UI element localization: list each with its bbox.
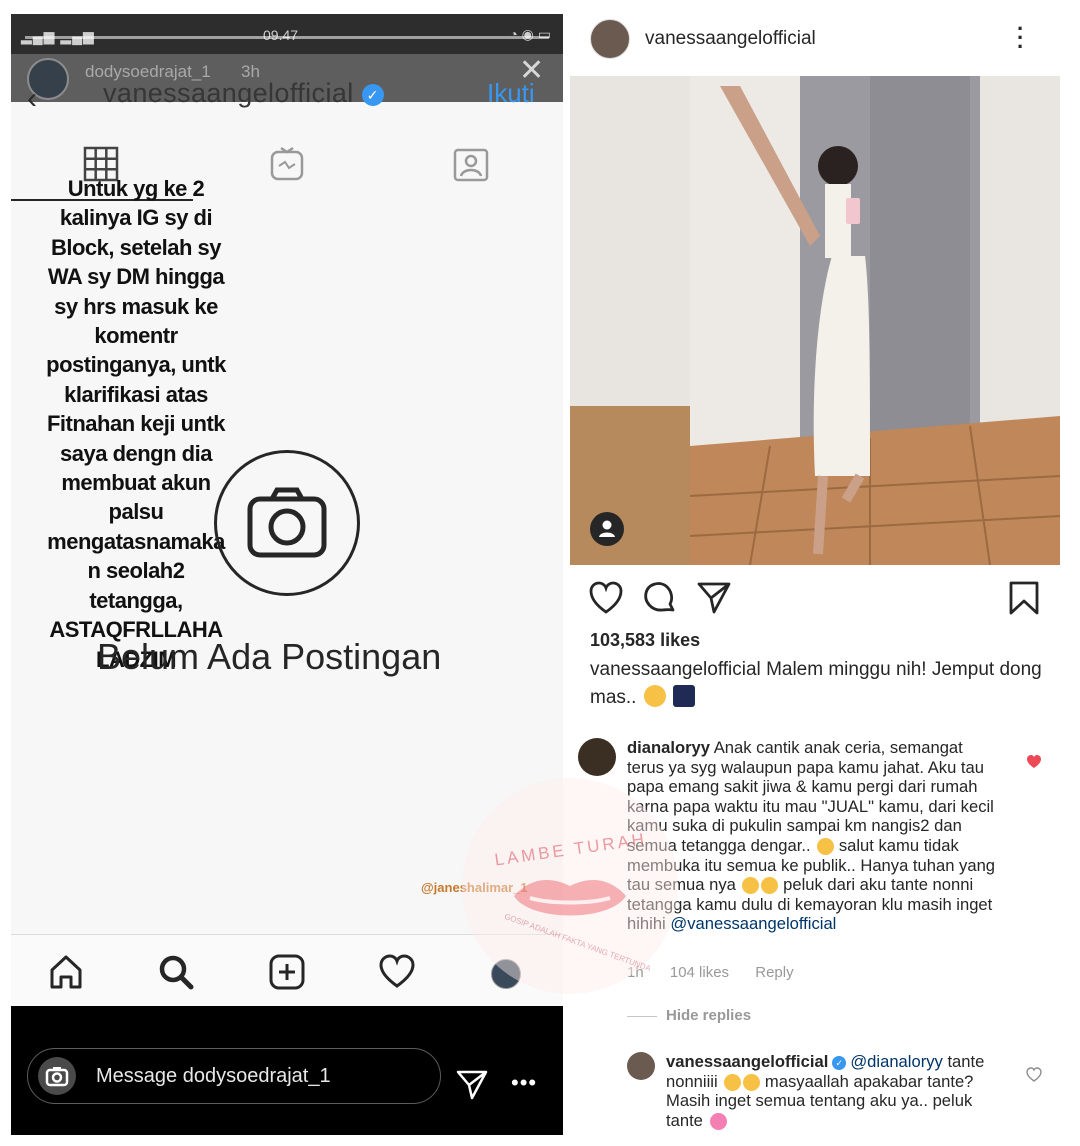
story-progress-bar	[25, 36, 549, 39]
story-text-line: membuat akun	[61, 470, 211, 496]
reply-author-avatar[interactable]	[627, 1052, 655, 1080]
share-send-icon[interactable]	[696, 580, 732, 616]
comment-likes[interactable]: 104 likes	[670, 964, 729, 981]
more-options-icon[interactable]: · · ·	[1017, 18, 1024, 58]
message-placeholder: Message dodysoedrajat_1	[96, 1065, 331, 1087]
story-text-line: n seolah2	[87, 558, 185, 584]
battery-icon: ◔ ◉ ▭	[509, 26, 551, 42]
pink-heart-emoji-icon	[709, 1112, 727, 1130]
commenter-username[interactable]: dianaloryy	[627, 738, 710, 757]
camera-icon[interactable]	[38, 1057, 76, 1095]
empty-posts-title: Belum Ada Postingan	[97, 636, 442, 677]
post-author-avatar[interactable]	[590, 19, 630, 59]
story-text-line: Block, setelah sy	[50, 234, 222, 260]
hide-replies-line	[627, 1016, 657, 1017]
story-text-line: tetangga,	[89, 587, 183, 613]
post-panel: vanessaangelofficial · · · 103,583 likes…	[570, 4, 1070, 1142]
reply-button[interactable]: Reply	[755, 964, 793, 981]
liked-heart-icon[interactable]	[1026, 754, 1042, 770]
story-text-line: mengatasnamaka	[47, 528, 225, 554]
caption-username[interactable]: vanessaangelofficial	[590, 659, 761, 680]
home-icon[interactable]	[47, 953, 85, 991]
night-stars-emoji-icon	[673, 685, 696, 707]
camera-circle-icon	[214, 450, 360, 596]
new-post-icon[interactable]	[268, 953, 306, 991]
smiling-face-emoji-icon	[742, 877, 760, 895]
story-text-line: klarifikasi atas	[64, 381, 208, 407]
reply-body: vanessaangelofficial ✓ @dianaloryy tante n…	[666, 1052, 1006, 1130]
profile-name-text: vanessaangelofficial	[103, 78, 354, 108]
post-photo-image	[570, 76, 1060, 565]
story-text: Untuk yg ke 2 kalinya IG sy di Block, se…	[36, 174, 236, 674]
comment-mention[interactable]: @vanessaangelofficial	[670, 914, 836, 933]
story-text-line: komentr	[94, 323, 178, 349]
reply-username[interactable]: vanessaangelofficial	[666, 1052, 828, 1071]
status-bar: ▂▄▆ ▂▄▆ 09.47 ◔ ◉ ▭	[11, 14, 563, 54]
shushing-face-emoji-icon	[643, 685, 666, 707]
igtv-icon[interactable]	[269, 146, 305, 182]
camera-icon	[247, 487, 327, 558]
profile-name: vanessaangelofficial ✓	[103, 78, 384, 109]
follow-button[interactable]: Ikuti	[487, 78, 535, 109]
story-text-line: Untuk yg ke 2	[67, 176, 205, 201]
story-panel: ▂▄▆ ▂▄▆ 09.47 ◔ ◉ ▭ dodysoedrajat_1 3h ✕…	[11, 14, 563, 1135]
story-text-line: Fitnahan keji untk	[46, 411, 226, 437]
story-text-line: palsu	[108, 499, 164, 525]
post-author-username[interactable]: vanessaangelofficial	[645, 28, 816, 50]
message-input[interactable]: Message dodysoedrajat_1	[27, 1048, 441, 1104]
back-arrow-icon[interactable]: ‹	[27, 84, 37, 114]
story-text-line: postinganya, untk	[46, 352, 226, 378]
bottom-nav	[11, 934, 563, 1006]
verified-badge-icon: ✓	[832, 1056, 847, 1070]
comment-icon[interactable]	[642, 580, 678, 616]
story-mention-tag: @janeshalimar_1	[421, 880, 528, 895]
verified-badge-icon: ✓	[361, 84, 384, 106]
comment-time: 1h	[627, 964, 644, 981]
post-caption: vanessaangelofficial Malem minggu nih! J…	[590, 656, 1050, 712]
activity-heart-icon[interactable]	[378, 953, 416, 991]
story-text-line: WA sy DM hingga	[47, 264, 225, 290]
send-icon[interactable]	[455, 1068, 489, 1102]
message-bar: Message dodysoedrajat_1 •••	[11, 1006, 563, 1135]
smiling-face-emoji-icon	[761, 877, 779, 895]
user-tag-icon[interactable]	[590, 512, 624, 546]
reply-mention[interactable]: @dianaloryy	[850, 1052, 942, 1071]
crying-face-emoji-icon	[817, 837, 835, 855]
like-heart-icon[interactable]	[588, 580, 624, 616]
story-text-line: saya dengn dia	[60, 440, 212, 466]
hide-replies-button[interactable]: Hide replies	[666, 1007, 751, 1024]
profile-avatar[interactable]	[491, 959, 521, 989]
crying-face-emoji-icon	[724, 1073, 742, 1091]
story-text-line: kalinya IG sy di	[59, 205, 213, 231]
like-reply-heart-icon[interactable]	[1026, 1067, 1042, 1083]
comment-meta: 1h 104 likes Reply	[627, 964, 816, 981]
like-count[interactable]: 103,583 likes	[590, 630, 700, 651]
status-time: 09.47	[263, 27, 299, 43]
more-options-icon[interactable]: •••	[511, 1072, 537, 1094]
bookmark-icon[interactable]	[1006, 580, 1042, 616]
crying-face-emoji-icon	[743, 1073, 761, 1091]
comment-body: dianaloryy Anak cantik anak ceria, seman…	[627, 738, 1002, 934]
story-text-line: sy hrs masuk ke	[54, 293, 218, 319]
tagged-icon[interactable]	[453, 146, 489, 182]
commenter-avatar[interactable]	[578, 738, 616, 776]
post-photo[interactable]	[570, 76, 1060, 565]
search-icon[interactable]	[157, 953, 195, 991]
